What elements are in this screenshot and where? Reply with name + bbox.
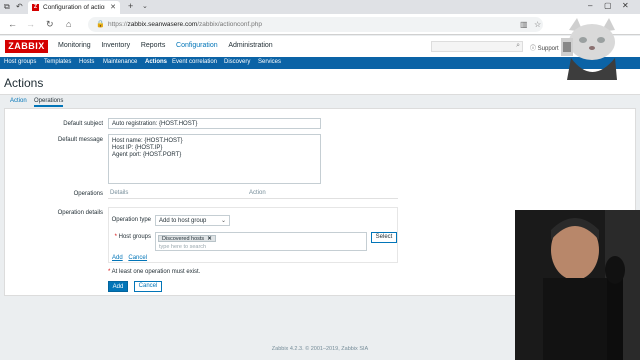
operation-links: Add Cancel [112,255,151,261]
webcam-overlay-image [515,210,640,360]
sub-menu: Host groups Templates Hosts Maintenance … [0,57,640,69]
validation-note: * At least one operation must exist. [108,269,200,275]
chevron-down-icon: ⌄ [220,218,226,224]
message-line: Host name: {HOST.HOST} [112,138,183,144]
page-title: Actions [4,76,44,90]
url-field[interactable]: 🔒 https://zabbix.seanwasere.com/zabbix/a… [88,17,543,32]
close-tab-icon[interactable]: ✕ [110,3,116,11]
cancel-button[interactable]: Cancel [134,281,162,292]
zabbix-logo[interactable]: ZABBIX [5,40,48,53]
favorite-star-icon[interactable]: ☆ [534,20,541,29]
zabbix-header: ZABBIX Monitoring Inventory Reports Conf… [0,36,640,57]
operation-type-select[interactable]: Add to host group ⌄ [155,215,230,226]
cancel-operation-link[interactable]: Cancel [128,255,147,261]
tab-action[interactable]: Action [10,98,27,104]
host-group-chip: Discovered hosts ✕ [158,235,216,242]
new-tab-icon[interactable]: + [128,1,133,11]
host-groups-label: Host groups [118,234,151,240]
default-subject-input[interactable]: Auto registration: {HOST.HOST} [108,118,321,129]
submenu-discovery[interactable]: Discovery [224,59,250,65]
search-icon[interactable]: ⌕ [516,42,520,50]
select-host-groups-button[interactable]: Select [371,232,397,243]
submenu-templates[interactable]: Templates [44,59,71,65]
validation-note-text: At least one operation must exist. [111,269,201,275]
reload-icon[interactable]: ↻ [46,19,54,30]
submenu-actions[interactable]: Actions [145,59,167,65]
zabbix-favicon: Z [32,4,39,11]
menu-reports[interactable]: Reports [141,42,166,49]
operation-type-value: Add to host group [159,218,207,224]
menu-administration[interactable]: Administration [228,42,272,49]
close-window-icon[interactable]: ✕ [622,1,629,10]
tab-list-icon[interactable]: ⌄ [142,2,148,10]
operation-details-box: Operation type Add to host group ⌄ * Hos… [108,207,398,263]
message-line: Agent port: {HOST.PORT} [112,152,182,158]
operations-table-header: Details Action [108,187,398,199]
reading-view-icon[interactable]: ▥ [520,20,528,29]
default-message-textarea[interactable]: Host name: {HOST.HOST} Host IP: {HOST.IP… [108,134,321,184]
default-message-label: Default message [57,137,103,143]
url-path: /zabbix/actionconf.php [197,21,262,28]
lock-icon: 🔒 [96,21,105,28]
url-host: zabbix.seanwasere.com [127,21,198,28]
submenu-event-correlation[interactable]: Event correlation [172,59,217,65]
operation-details-label: Operation details [57,210,103,216]
maximize-icon[interactable]: ▢ [604,1,612,10]
menu-monitoring[interactable]: Monitoring [58,42,91,49]
col-action: Action [249,190,266,196]
forward-icon[interactable]: → [26,19,35,29]
default-subject-label: Default subject [63,121,103,127]
remove-chip-icon[interactable]: ✕ [207,236,212,242]
support-link[interactable]: ⓘ Support [530,43,559,52]
back-icon[interactable]: ← [8,19,17,29]
host-group-chip-label: Discovered hosts [162,236,205,242]
cat-avatar-image [561,18,617,80]
address-bar-row: ← → ↻ ⌂ 🔒 https://zabbix.seanwasere.com/… [0,14,640,35]
message-line: Host IP: {HOST.IP} [112,145,163,151]
add-operation-link[interactable]: Add [112,255,123,261]
host-groups-label-wrap: * Host groups [51,234,151,240]
add-button[interactable]: Add [108,281,128,292]
tab-actions-icon[interactable]: ⧉ [4,2,10,12]
tab-back-icon[interactable]: ↶ [16,2,23,11]
url-scheme: https:// [108,21,128,28]
form-tabs: Action Operations [4,95,636,107]
main-menu: Monitoring Inventory Reports Configurati… [58,42,282,49]
menu-inventory[interactable]: Inventory [101,42,130,49]
submenu-maintenance[interactable]: Maintenance [103,59,137,65]
operations-label: Operations [73,191,103,197]
home-icon[interactable]: ⌂ [66,19,71,29]
support-label: Support [537,46,559,52]
col-details: Details [110,190,129,196]
browser-tab-strip: ⧉ ↶ Z Configuration of actions ✕ + ⌄ – ▢… [0,0,640,14]
submenu-hosts[interactable]: Hosts [79,59,94,65]
operation-type-label: Operation type [111,217,151,223]
browser-tab[interactable]: Z Configuration of actions ✕ [28,1,120,14]
global-search-input[interactable]: ⌕ [431,41,523,52]
menu-configuration[interactable]: Configuration [176,42,218,49]
submenu-services[interactable]: Services [258,59,281,65]
minimize-icon[interactable]: – [588,1,592,10]
submenu-host-groups[interactable]: Host groups [4,59,36,65]
page-header: Actions [0,69,640,95]
host-groups-search-input[interactable]: type here to search [159,244,206,250]
host-groups-multiselect[interactable]: Discovered hosts ✕ type here to search [155,232,367,251]
tab-operations[interactable]: Operations [34,98,64,107]
browser-tab-title: Configuration of actions [43,4,105,11]
